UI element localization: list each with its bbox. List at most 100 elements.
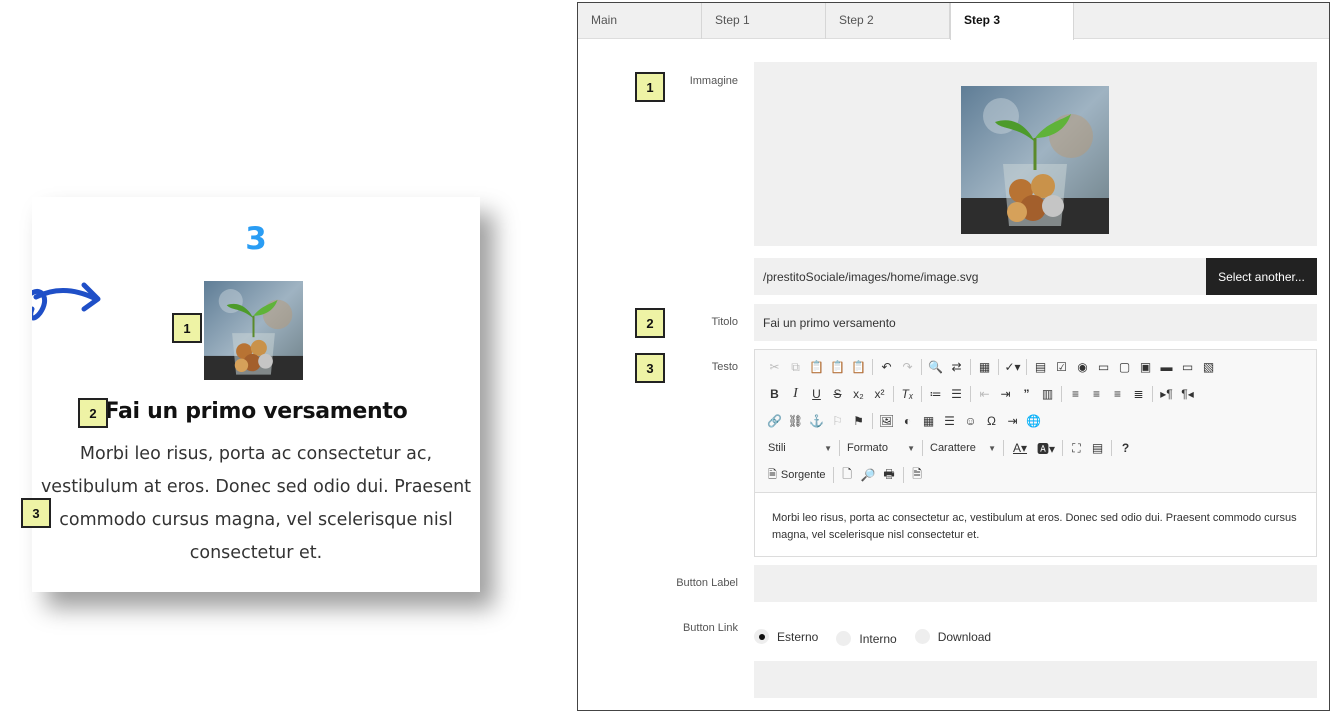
find-icon[interactable]: 🔍 [925, 357, 946, 377]
editor-window: Main Step 1 Step 2 Step 3 1 Immagine /pr… [577, 2, 1330, 711]
button-field-icon[interactable]: ▬ [1156, 357, 1177, 377]
radio-download[interactable]: Download [914, 629, 991, 644]
print-icon[interactable]: 🖶 [879, 465, 900, 485]
chevron-down-icon: ▼ [988, 443, 996, 453]
paste-text-icon[interactable]: 📋 [827, 357, 848, 377]
align-right-icon[interactable]: ≡ [1107, 384, 1128, 404]
subscript-icon[interactable]: x₂ [848, 384, 869, 404]
radio-icon[interactable]: ◉ [1072, 357, 1093, 377]
ltr-icon[interactable]: ▸¶ [1156, 384, 1177, 404]
indent-icon[interactable]: ⇥ [995, 384, 1016, 404]
bulleted-list-icon[interactable]: ☰ [946, 384, 967, 404]
paste-icon[interactable]: 📋 [806, 357, 827, 377]
toolbar-row-4: Stili ▼ Formato ▼ Carattere ▼ A▾ 🅰▾ ⛶ ▤ … [764, 438, 1136, 458]
select-field-icon[interactable]: ▣ [1135, 357, 1156, 377]
spellcheck-icon[interactable]: ✓▾ [1002, 357, 1023, 377]
textfield-icon[interactable]: ▭ [1093, 357, 1114, 377]
show-blocks-icon[interactable]: ▤ [1087, 438, 1108, 458]
templates-icon[interactable]: 🗎 [907, 465, 928, 485]
select-all-icon[interactable]: ▦ [974, 357, 995, 377]
hidden-field-icon[interactable]: ▧ [1198, 357, 1219, 377]
horizontal-rule-icon[interactable]: ☰ [939, 411, 960, 431]
rte-toolbar: ✂ ⧉ 📋 📋 📋 ↶ ↷ 🔍 ⇄ ▦ ✓▾ ▤ ☑ ◉ ▭ ▢ ▣ ▬ ▭ ▧… [755, 350, 1316, 493]
source-icon: 🗎 [768, 468, 777, 481]
cut-icon[interactable]: ✂ [764, 357, 785, 377]
title-input-value: Fai un primo versamento [763, 316, 896, 330]
text-color-icon[interactable]: A▾ [1007, 438, 1033, 458]
anchor-icon[interactable]: ⚓ [806, 411, 827, 431]
tab-step-1[interactable]: Step 1 [702, 3, 826, 39]
styles-combo[interactable]: Stili ▼ [764, 438, 836, 458]
undo-icon[interactable]: ↶ [876, 357, 897, 377]
font-combo-label: Carattere [930, 442, 976, 454]
toolbar-separator [839, 440, 840, 456]
new-page-icon[interactable]: 🗋 [837, 465, 858, 485]
button-link-input[interactable] [754, 661, 1317, 698]
select-another-button[interactable]: Select another... [1206, 258, 1317, 295]
panel-image[interactable] [961, 86, 1109, 234]
toolbar-separator [1003, 440, 1004, 456]
button-link-radio-group: Esterno Interno Download [754, 627, 1009, 646]
rtl-icon[interactable]: ¶◂ [1177, 384, 1198, 404]
align-justify-icon[interactable]: ≣ [1128, 384, 1149, 404]
toolbar-row-3: 🔗 ⛓ ⚓ ⚐ ⚑ 🖼 ◐ ▦ ☰ ☺ Ω ⇥ 🌐 [764, 411, 1044, 431]
numbered-list-icon[interactable]: ≔ [925, 384, 946, 404]
toolbar-separator [921, 386, 922, 402]
flag-icon[interactable]: ⚑ [848, 411, 869, 431]
radio-unchecked-icon[interactable] [914, 629, 930, 644]
toolbar-separator [998, 359, 999, 375]
page-break-icon[interactable]: ⇥ [1002, 411, 1023, 431]
blockquote-icon[interactable]: ” [1016, 384, 1037, 404]
font-combo[interactable]: Carattere ▼ [926, 438, 1000, 458]
source-button[interactable]: 🗎 Sorgente [764, 466, 830, 485]
tab-step-3[interactable]: Step 3 [950, 3, 1074, 40]
toolbar-separator [970, 359, 971, 375]
table-icon[interactable]: ▦ [918, 411, 939, 431]
tab-step-2[interactable]: Step 2 [826, 3, 950, 39]
align-center-icon[interactable]: ≡ [1086, 384, 1107, 404]
special-char-icon[interactable]: Ω [981, 411, 1002, 431]
superscript-icon[interactable]: x² [869, 384, 890, 404]
rte-content[interactable]: Morbi leo risus, porta ac consectetur ac… [772, 510, 1299, 544]
outdent-icon[interactable]: ⇤ [974, 384, 995, 404]
copy-icon[interactable]: ⧉ [785, 357, 806, 377]
help-icon[interactable]: ? [1115, 438, 1136, 458]
background-color-icon[interactable]: 🅰▾ [1033, 438, 1059, 458]
unlink-icon[interactable]: ⛓ [785, 411, 806, 431]
format-combo[interactable]: Formato ▼ [843, 438, 919, 458]
preview-image [204, 281, 303, 380]
bold-icon[interactable]: B [764, 384, 785, 404]
button-label-input[interactable] [754, 565, 1317, 602]
radio-unchecked-icon[interactable] [836, 631, 852, 646]
toolbar-row-2: B I U S x₂ x² Tₓ ≔ ☰ ⇤ ⇥ ” ▥ ≡ ≡ ≡ ≣ ▸¶ … [764, 384, 1198, 404]
checkbox-icon[interactable]: ☑ [1051, 357, 1072, 377]
image-icon[interactable]: 🖼 [876, 411, 897, 431]
toolbar-separator [832, 467, 834, 483]
flag-disabled-icon[interactable]: ⚐ [827, 411, 848, 431]
tab-main[interactable]: Main [578, 3, 702, 39]
underline-icon[interactable]: U [806, 384, 827, 404]
preview-icon[interactable]: 🔎 [858, 465, 879, 485]
image-button-icon[interactable]: ▭ [1177, 357, 1198, 377]
strikethrough-icon[interactable]: S [827, 384, 848, 404]
iframe-icon[interactable]: 🌐 [1023, 411, 1044, 431]
smiley-icon[interactable]: ☺ [960, 411, 981, 431]
link-icon[interactable]: 🔗 [764, 411, 785, 431]
toolbar-separator [1152, 386, 1153, 402]
format-combo-label: Formato [847, 442, 888, 454]
radio-esterno[interactable]: Esterno [754, 629, 818, 644]
radio-checked-icon[interactable] [754, 629, 769, 644]
replace-icon[interactable]: ⇄ [946, 357, 967, 377]
redo-icon[interactable]: ↷ [897, 357, 918, 377]
form-icon[interactable]: ▤ [1030, 357, 1051, 377]
italic-icon[interactable]: I [785, 384, 806, 404]
align-left-icon[interactable]: ≡ [1065, 384, 1086, 404]
paste-word-icon[interactable]: 📋 [848, 357, 869, 377]
title-input[interactable]: Fai un primo versamento [754, 304, 1317, 341]
div-container-icon[interactable]: ▥ [1037, 384, 1058, 404]
textarea-icon[interactable]: ▢ [1114, 357, 1135, 377]
maximize-icon[interactable]: ⛶ [1066, 438, 1087, 458]
remove-format-icon[interactable]: Tₓ [897, 384, 918, 404]
flash-icon[interactable]: ◐ [897, 411, 918, 431]
radio-interno[interactable]: Interno [836, 631, 897, 646]
